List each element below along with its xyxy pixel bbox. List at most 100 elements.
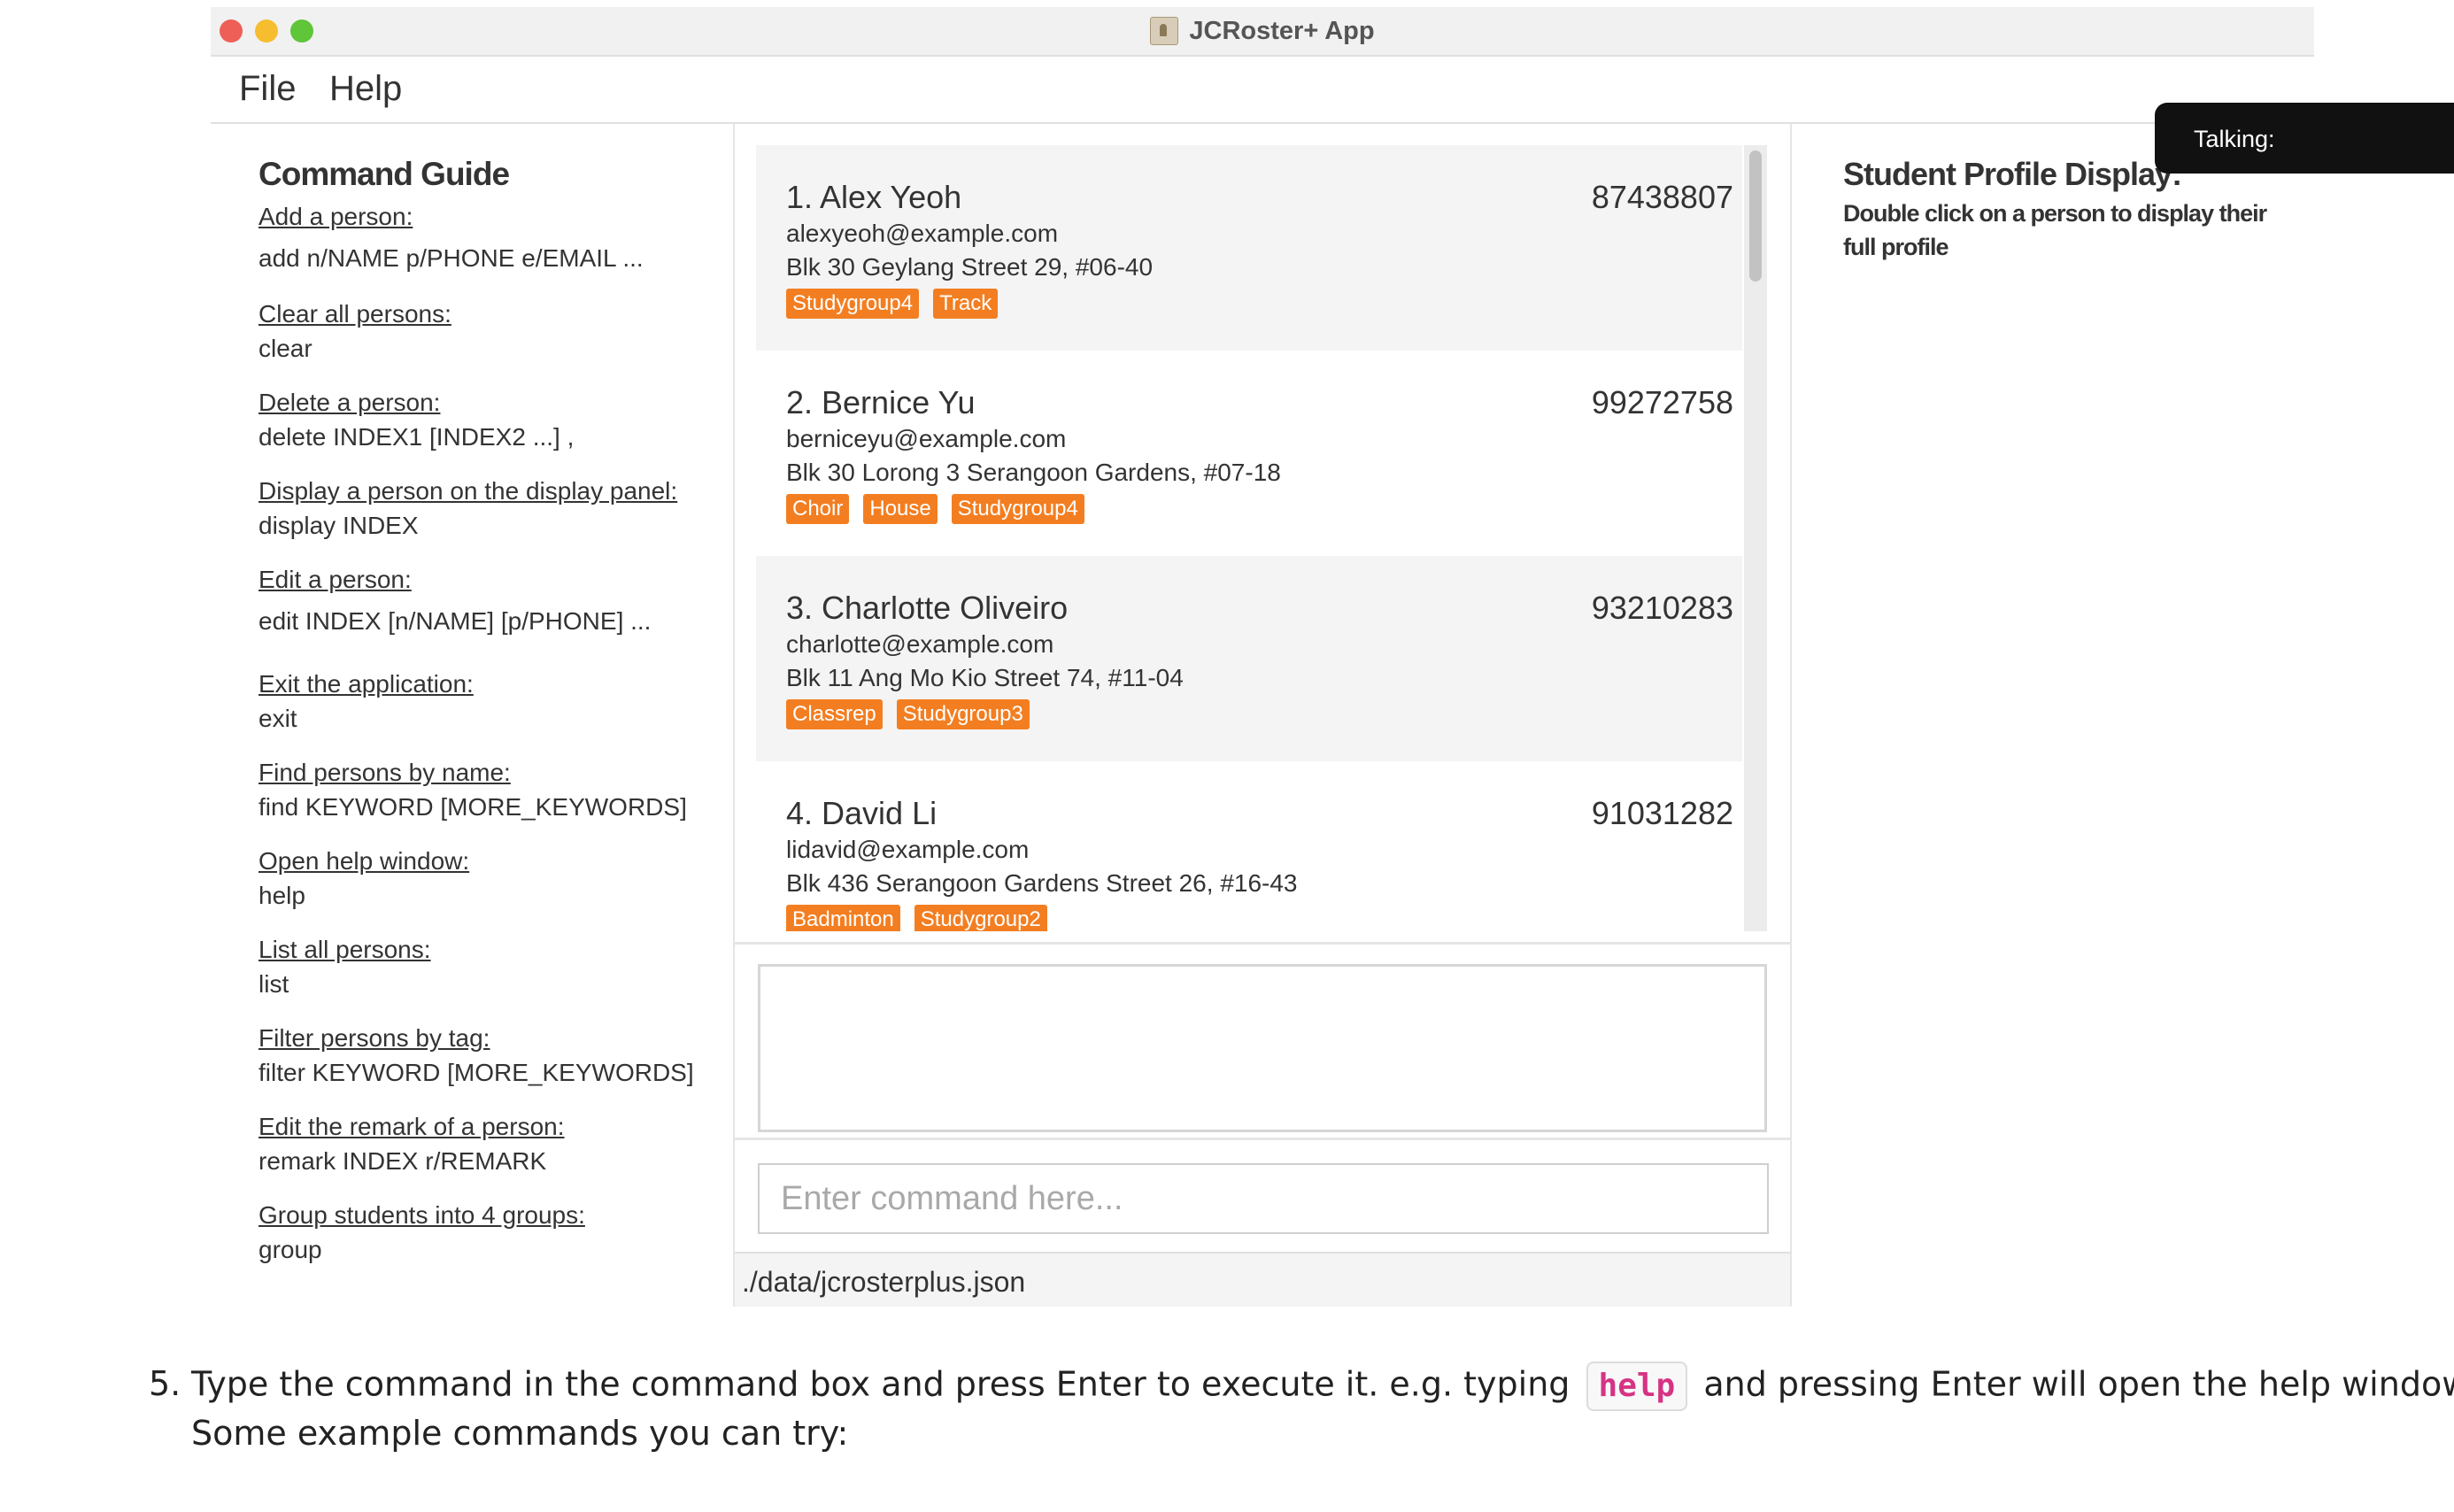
person-list-scrollbar[interactable]	[1744, 145, 1767, 931]
person-address: Blk 30 Geylang Street 29, #06-40	[786, 253, 1154, 281]
guide-item: Find persons by name: find KEYWORD [MORE…	[259, 756, 687, 825]
person-name: 2. Bernice Yu	[786, 384, 976, 420]
save-file-path: ./data/jcrosterplus.json	[742, 1266, 1026, 1298]
title-bar[interactable]: JCRoster+ App	[211, 7, 2314, 57]
doc-instruction-line: Type the command in the command box and …	[191, 1362, 2454, 1411]
person-tags: Badminton Studygroup2	[786, 905, 1047, 931]
person-card[interactable]: 3. Charlotte Oliveiro 93210283 charlotte…	[756, 556, 1742, 761]
guide-item-heading: Clear all persons:	[259, 300, 451, 328]
guide-item-heading: Open help window:	[259, 847, 470, 875]
guide-item-heading: Add a person:	[259, 203, 413, 230]
tag-badge: Classrep	[786, 699, 883, 729]
guide-item-heading: Delete a person:	[259, 389, 441, 416]
person-address: Blk 436 Serangoon Gardens Street 26, #16…	[786, 869, 1298, 897]
guide-item-heading: Edit a person:	[259, 566, 412, 593]
guide-item-command: delete INDEX1 [INDEX2 ...] ,	[259, 423, 575, 451]
tag-badge: Studygroup3	[896, 699, 1030, 729]
result-panel	[735, 945, 1792, 1140]
person-tags: Studygroup4 Track	[786, 289, 999, 319]
person-tags: Choir House Studygroup4	[786, 494, 1084, 524]
guide-item-command: filter KEYWORD [MORE_KEYWORDS]	[259, 1059, 694, 1086]
student-profile-panel: Student Profile Display: Double click on…	[1792, 124, 2314, 1307]
inline-code: help	[1586, 1362, 1688, 1411]
app-icon	[1150, 17, 1179, 45]
person-card[interactable]: 4. David Li 91031282 lidavid@example.com…	[756, 761, 1742, 931]
guide-item: List all persons: list	[259, 933, 431, 1002]
person-list-panel: 1. Alex Yeoh 87438807 alexyeoh@example.c…	[735, 124, 1792, 945]
person-list[interactable]: 1. Alex Yeoh 87438807 alexyeoh@example.c…	[756, 145, 1742, 931]
result-display[interactable]	[758, 964, 1767, 1132]
person-email: charlotte@example.com	[786, 630, 1054, 658]
guide-item-heading: Display a person on the display panel:	[259, 477, 678, 505]
tag-badge: Studygroup2	[914, 905, 1047, 931]
guide-item-heading: Exit the application:	[259, 670, 474, 698]
person-email: alexyeoh@example.com	[786, 220, 1059, 247]
guide-item-command: clear	[259, 335, 313, 362]
window-title-text: JCRoster+ App	[1189, 16, 1375, 45]
person-email: lidavid@example.com	[786, 836, 1030, 863]
guide-item-command: help	[259, 882, 305, 909]
person-phone: 87438807	[1591, 179, 1733, 215]
tag-badge: Choir	[786, 494, 850, 524]
tag-badge: Track	[933, 289, 999, 319]
talking-overlay: Talking:	[2155, 103, 2454, 174]
profile-hint: Double click on a person to display thei…	[1843, 200, 2267, 260]
status-bar: ./data/jcrosterplus.json	[735, 1254, 1792, 1307]
profile-title: Student Profile Display:	[1843, 156, 2182, 192]
guide-item: Edit the remark of a person: remark INDE…	[259, 1110, 565, 1179]
doc-text: and pressing Enter will open the help wi…	[1703, 1364, 2454, 1404]
guide-item-heading: Filter persons by tag:	[259, 1024, 490, 1052]
guide-item: Filter persons by tag: filter KEYWORD [M…	[259, 1022, 694, 1091]
doc-text: Type the command in the command box and …	[191, 1364, 1570, 1404]
list-number: 5.	[149, 1364, 181, 1403]
guide-item-heading: Edit the remark of a person:	[259, 1113, 565, 1140]
menu-bar: File Help	[211, 57, 2314, 124]
menu-help[interactable]: Help	[329, 69, 402, 109]
tag-badge: Studygroup4	[951, 494, 1084, 524]
guide-item-command: display INDEX	[259, 512, 419, 539]
guide-item: Edit a person: edit INDEX [n/NAME] [p/PH…	[259, 563, 651, 639]
talking-label: Talking:	[2194, 126, 2275, 152]
guide-item: Add a person: add n/NAME p/PHONE e/EMAIL…	[259, 200, 644, 276]
guide-item-command: add n/NAME p/PHONE e/EMAIL ...	[259, 244, 644, 272]
doc-text-line: Some example commands you can try:	[191, 1414, 849, 1453]
person-phone: 93210283	[1591, 590, 1733, 626]
guide-item-command: find KEYWORD [MORE_KEYWORDS]	[259, 793, 687, 821]
guide-item-command: edit INDEX [n/NAME] [p/PHONE] ...	[259, 607, 652, 635]
command-guide-panel: Command Guide Add a person: add n/NAME p…	[211, 124, 735, 1307]
guide-item: Display a person on the display panel: d…	[259, 474, 677, 544]
command-guide-title: Command Guide	[259, 156, 510, 192]
guide-item-command: list	[259, 970, 289, 998]
person-phone: 99272758	[1591, 384, 1733, 420]
guide-item: Clear all persons: clear	[259, 297, 451, 366]
guide-item-command: exit	[259, 705, 297, 732]
window-title: JCRoster+ App	[211, 7, 2314, 55]
guide-item: Open help window: help	[259, 845, 469, 914]
person-tags: Classrep Studygroup3	[786, 699, 1030, 729]
person-card[interactable]: 2. Bernice Yu 99272758 berniceyu@example…	[756, 351, 1742, 556]
guide-item-heading: Find persons by name:	[259, 759, 511, 786]
tag-badge: Badminton	[786, 905, 900, 931]
person-name: 4. David Li	[786, 795, 938, 831]
guide-item-command: group	[259, 1236, 322, 1263]
scrollbar-thumb[interactable]	[1749, 150, 1762, 282]
tag-badge: Studygroup4	[786, 289, 920, 319]
person-address: Blk 30 Lorong 3 Serangoon Gardens, #07-1…	[786, 459, 1281, 486]
tag-badge: House	[863, 494, 938, 524]
person-card[interactable]: 1. Alex Yeoh 87438807 alexyeoh@example.c…	[756, 145, 1742, 351]
command-box-panel	[735, 1140, 1792, 1254]
person-address: Blk 11 Ang Mo Kio Street 74, #11-04	[786, 664, 1184, 691]
command-input[interactable]	[758, 1163, 1769, 1234]
guide-item: Exit the application: exit	[259, 667, 474, 737]
person-phone: 91031282	[1591, 795, 1733, 831]
person-name: 3. Charlotte Oliveiro	[786, 590, 1069, 626]
guide-item-command: remark INDEX r/REMARK	[259, 1147, 547, 1175]
guide-item: Delete a person: delete INDEX1 [INDEX2 .…	[259, 386, 574, 455]
app-window: JCRoster+ App File Help Command Guide Ad…	[211, 7, 2314, 1307]
person-email: berniceyu@example.com	[786, 425, 1067, 452]
guide-item-heading: List all persons:	[259, 936, 431, 963]
guide-item-heading: Group students into 4 groups:	[259, 1201, 585, 1229]
menu-file[interactable]: File	[239, 69, 296, 109]
person-name: 1. Alex Yeoh	[786, 179, 962, 215]
guide-item: Group students into 4 groups: group	[259, 1199, 585, 1268]
